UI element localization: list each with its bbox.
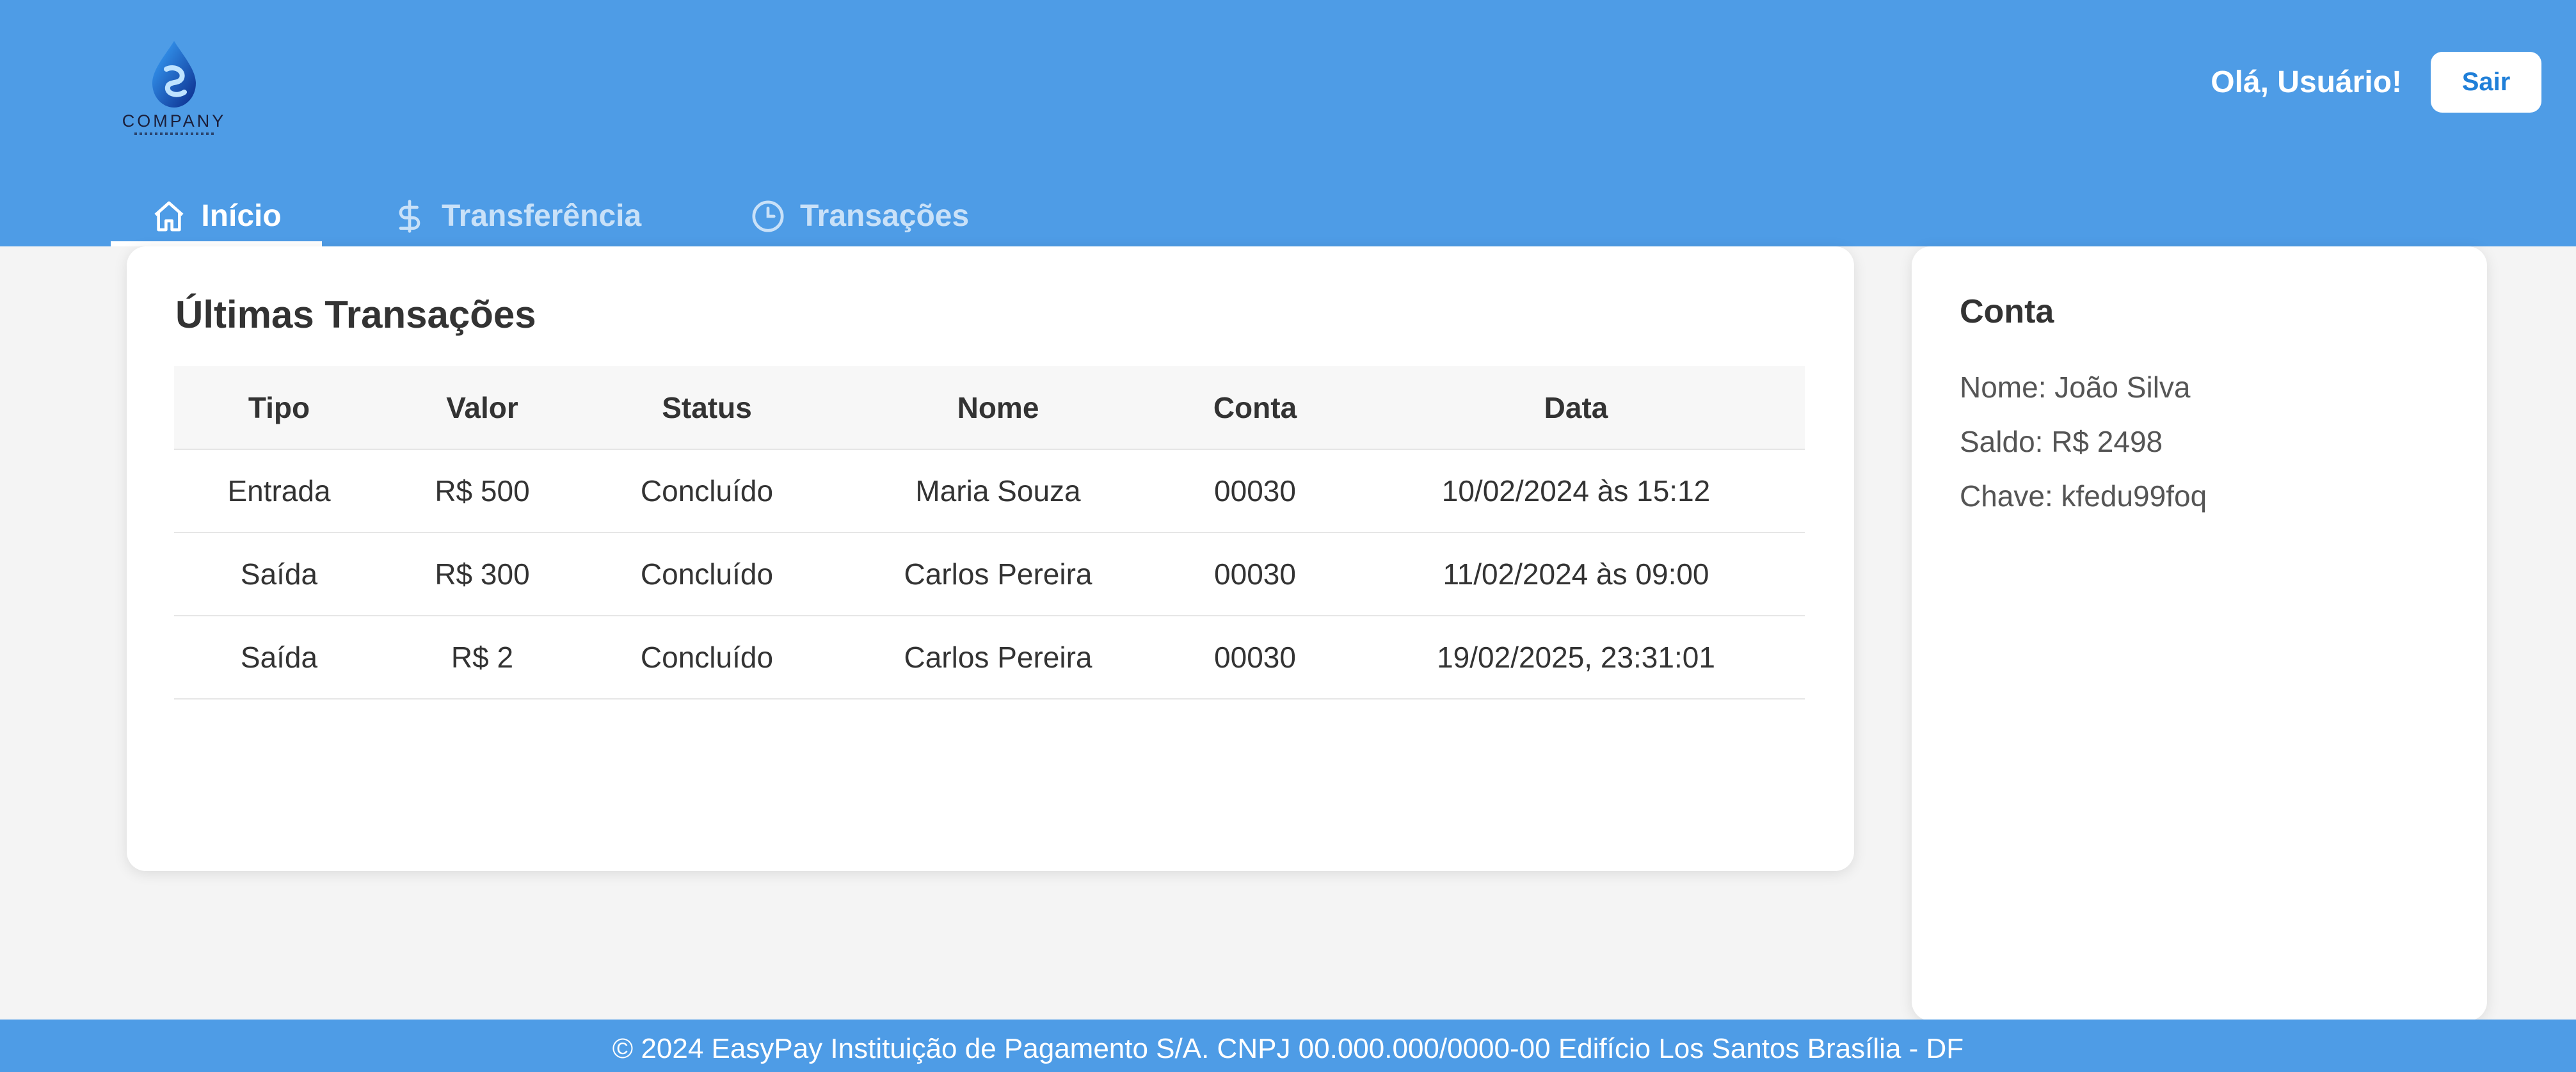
logo-text: COMPANY	[122, 111, 227, 131]
recent-transactions-title: Últimas Transações	[175, 293, 536, 336]
column-header-type: Tipo	[174, 366, 384, 450]
tab-transfer-label: Transferência	[442, 199, 642, 233]
column-header-date: Data	[1347, 366, 1805, 450]
cell-status: Concluído	[580, 532, 833, 616]
cell-type: Saída	[174, 616, 384, 700]
account-pix-key: Chave: kfedu99foq	[1960, 479, 2207, 513]
cell-name: Carlos Pereira	[833, 532, 1163, 616]
app-header: COMPANY Olá, Usuário! Sair Início Transf…	[0, 0, 2576, 246]
table-row: Saída R$ 2 Concluído Carlos Pereira 0003…	[174, 616, 1805, 700]
cell-account: 00030	[1163, 616, 1347, 700]
logo-tagline	[134, 132, 214, 135]
cell-value: R$ 500	[384, 449, 580, 533]
account-holder-name: Nome: João Silva	[1960, 371, 2191, 404]
company-logo[interactable]: COMPANY	[116, 40, 232, 142]
dollar-icon	[392, 198, 428, 234]
cell-name: Maria Souza	[833, 449, 1163, 533]
cell-value: R$ 2	[384, 616, 580, 700]
cell-status: Concluído	[580, 449, 833, 533]
account-card: Conta Nome: João Silva Saldo: R$ 2498 Ch…	[1912, 246, 2487, 1021]
cell-status: Concluído	[580, 616, 833, 700]
cell-type: Entrada	[174, 449, 384, 533]
cell-account: 00030	[1163, 532, 1347, 616]
logout-button[interactable]: Sair	[2431, 52, 2541, 113]
clock-icon	[750, 198, 786, 234]
transactions-table: Tipo Valor Status Nome Conta Data Entrad…	[174, 366, 1805, 700]
recent-transactions-card: Últimas Transações Tipo Valor Status Nom…	[127, 246, 1854, 871]
cell-account: 00030	[1163, 449, 1347, 533]
home-icon	[151, 198, 187, 234]
column-header-status: Status	[580, 366, 833, 450]
table-row: Saída R$ 300 Concluído Carlos Pereira 00…	[174, 532, 1805, 616]
page-footer: © 2024 EasyPay Instituição de Pagamento …	[0, 1020, 2576, 1072]
column-header-value: Valor	[384, 366, 580, 450]
drop-logo-icon	[152, 41, 196, 108]
account-title: Conta	[1960, 293, 2054, 330]
table-header-row: Tipo Valor Status Nome Conta Data	[174, 366, 1805, 450]
tab-home[interactable]: Início	[111, 186, 322, 246]
cell-date: 10/02/2024 às 15:12	[1347, 449, 1805, 533]
tab-home-label: Início	[201, 199, 282, 233]
account-balance: Saldo: R$ 2498	[1960, 425, 2163, 458]
user-greeting: Olá, Usuário!	[2211, 65, 2402, 99]
tab-transactions-label: Transações	[800, 199, 970, 233]
footer-text: © 2024 EasyPay Instituição de Pagamento …	[612, 1033, 1964, 1064]
cell-value: R$ 300	[384, 532, 580, 616]
cell-name: Carlos Pereira	[833, 616, 1163, 700]
column-header-account: Conta	[1163, 366, 1347, 450]
column-header-name: Nome	[833, 366, 1163, 450]
tab-transactions[interactable]: Transações	[750, 186, 969, 246]
cell-type: Saída	[174, 532, 384, 616]
table-row: Entrada R$ 500 Concluído Maria Souza 000…	[174, 449, 1805, 533]
cell-date: 19/02/2025, 23:31:01	[1347, 616, 1805, 700]
cell-date: 11/02/2024 às 09:00	[1347, 532, 1805, 616]
tab-transfer[interactable]: Transferência	[392, 186, 641, 246]
